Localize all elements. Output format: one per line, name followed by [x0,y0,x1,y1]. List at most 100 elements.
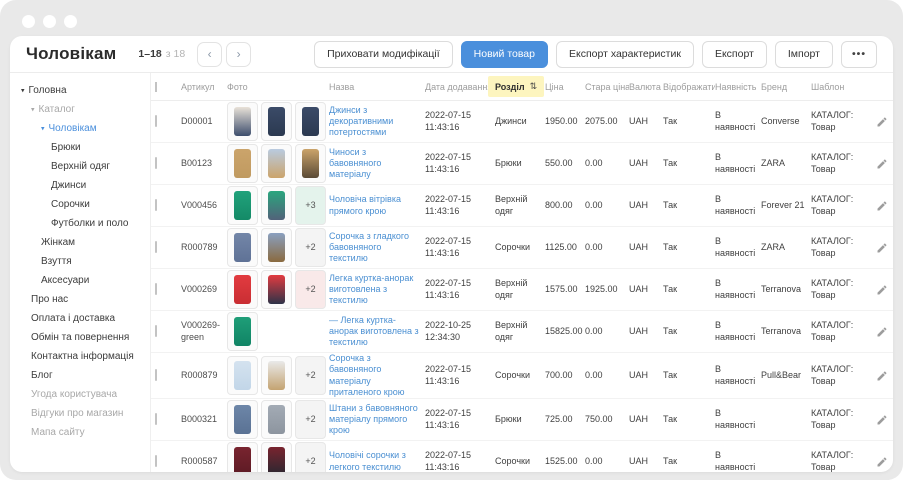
edit-button[interactable] [875,325,889,339]
column-header-price[interactable]: Ціна [545,82,585,92]
product-name-link[interactable]: Чоловіча вітрівка прямого крою [329,194,401,215]
row-checkbox[interactable] [155,241,157,253]
column-header-brand[interactable]: Бренд [761,82,811,92]
sidebar-item-trousers[interactable]: Брюки [10,138,150,157]
garment-shape [268,405,285,434]
product-photo[interactable] [227,312,258,351]
new-product-button[interactable]: Новий товар [461,41,548,68]
column-header-date[interactable]: Дата додавання [425,82,495,92]
sidebar-item-outerwear[interactable]: Верхній одяг [10,157,150,176]
product-photo[interactable] [261,228,292,267]
row-checkbox[interactable] [155,325,157,337]
sidebar-item-sitemap[interactable]: Мапа сайту [10,423,150,442]
hide-modifications-button[interactable]: Приховати модифікації [314,41,453,68]
row-checkbox[interactable] [155,157,157,169]
select-all-checkbox[interactable] [155,82,157,92]
product-photo[interactable] [261,270,292,309]
column-header-section-label: Розділ [495,82,525,92]
column-header-template[interactable]: Шаблон [811,82,875,92]
product-photo[interactable] [295,102,326,141]
more-photos-badge[interactable]: +2 [295,270,326,309]
product-name-link[interactable]: Джинси з декоративними потертостями [329,105,393,138]
column-header-display[interactable]: Відображати [663,82,715,92]
product-photo[interactable] [261,356,292,395]
sidebar-item-agreement[interactable]: Угода користувача [10,385,150,404]
sort-icon[interactable]: ⇅ [530,81,538,92]
product-photo[interactable] [227,228,258,267]
window-dot-icon[interactable] [22,15,35,28]
sidebar-item-shoes[interactable]: Взуття [10,252,150,271]
product-currency: UAH [629,158,663,169]
sidebar-item-blog[interactable]: Блог [10,366,150,385]
import-button[interactable]: Імпорт [775,41,833,68]
sidebar-item-reviews[interactable]: Відгуки про магазин [10,404,150,423]
product-photo[interactable] [227,144,258,183]
sidebar-item-jeans[interactable]: Джинси [10,176,150,195]
product-photo[interactable] [261,400,292,439]
chevron-down-icon: ▾ [21,86,25,94]
edit-button[interactable] [875,413,889,427]
more-photos-badge[interactable]: +2 [295,442,326,472]
edit-button[interactable] [875,283,889,297]
edit-button[interactable] [875,455,889,469]
more-photos-badge[interactable]: +2 [295,228,326,267]
sidebar-item-women[interactable]: Жінкам [10,233,150,252]
column-header-section[interactable]: Розділ ⇅ [488,76,544,97]
product-name-link[interactable]: Легка куртка-анорак виготовлена з тексти… [329,273,413,306]
product-photo[interactable] [227,186,258,225]
more-photos-badge[interactable]: +2 [295,400,326,439]
sidebar-item-catalog[interactable]: ▾Каталог [10,100,150,119]
column-header-article[interactable]: Артикул [181,82,227,92]
sidebar-item-returns[interactable]: Обмін та повернення [10,328,150,347]
window-dot-icon[interactable] [64,15,77,28]
export-button[interactable]: Експорт [702,41,767,68]
more-photos-badge[interactable]: +2 [295,356,326,395]
product-photo[interactable] [261,186,292,225]
row-checkbox[interactable] [155,455,157,467]
prev-page-button[interactable]: ‹ [197,42,222,67]
column-header-name[interactable]: Назва [329,82,425,92]
product-name-link[interactable]: Сорочка з гладкого бавовняного текстилю [329,231,409,264]
product-photo[interactable] [227,270,258,309]
product-photo[interactable] [295,144,326,183]
product-name-link[interactable]: Чоловічі сорочки з легкого текстилю [329,450,406,471]
product-photo[interactable] [227,442,258,472]
row-checkbox[interactable] [155,115,157,127]
row-checkbox[interactable] [155,283,157,295]
product-name-link[interactable]: Штани з бавовняного матеріалу прямого кр… [329,403,418,436]
sidebar-item-about[interactable]: Про нас [10,290,150,309]
column-header-currency[interactable]: Валюта [629,82,663,92]
product-photo[interactable] [261,102,292,141]
edit-button[interactable] [875,199,889,213]
window-dot-icon[interactable] [43,15,56,28]
row-checkbox[interactable] [155,413,157,425]
product-photo[interactable] [261,442,292,472]
row-checkbox[interactable] [155,369,157,381]
product-name-link[interactable]: — Легка куртка-анорак виготовлена з текс… [329,315,419,348]
product-name-link[interactable]: Сорочка з бавовняного матеріалу притален… [329,353,404,397]
sidebar-item-home[interactable]: ▾Головна [10,81,150,100]
column-header-old-price[interactable]: Стара ціна [585,82,629,92]
sidebar-item-payment[interactable]: Оплата і доставка [10,309,150,328]
product-photo[interactable] [227,356,258,395]
sidebar-item-contacts[interactable]: Контактна інформація [10,347,150,366]
more-actions-button[interactable]: ••• [841,41,877,68]
next-page-button[interactable]: › [226,42,251,67]
export-characteristics-button[interactable]: Експорт характеристик [556,41,694,68]
product-name-link[interactable]: Чиноси з бавовняного матеріалу [329,147,381,180]
edit-button[interactable] [875,241,889,255]
row-checkbox[interactable] [155,199,157,211]
product-photo[interactable] [261,144,292,183]
sidebar-item-men[interactable]: ▾Чоловікам [10,119,150,138]
column-header-availability[interactable]: Наявність [715,82,761,92]
product-photos: +3 [227,186,329,225]
sidebar-item-tshirts[interactable]: Футболки и поло [10,214,150,233]
more-photos-badge[interactable]: +3 [295,186,326,225]
edit-button[interactable] [875,369,889,383]
product-photo[interactable] [227,400,258,439]
edit-button[interactable] [875,115,889,129]
edit-button[interactable] [875,157,889,171]
sidebar-item-shirts[interactable]: Сорочки [10,195,150,214]
product-photo[interactable] [227,102,258,141]
sidebar-item-accessories[interactable]: Аксесуари [10,271,150,290]
